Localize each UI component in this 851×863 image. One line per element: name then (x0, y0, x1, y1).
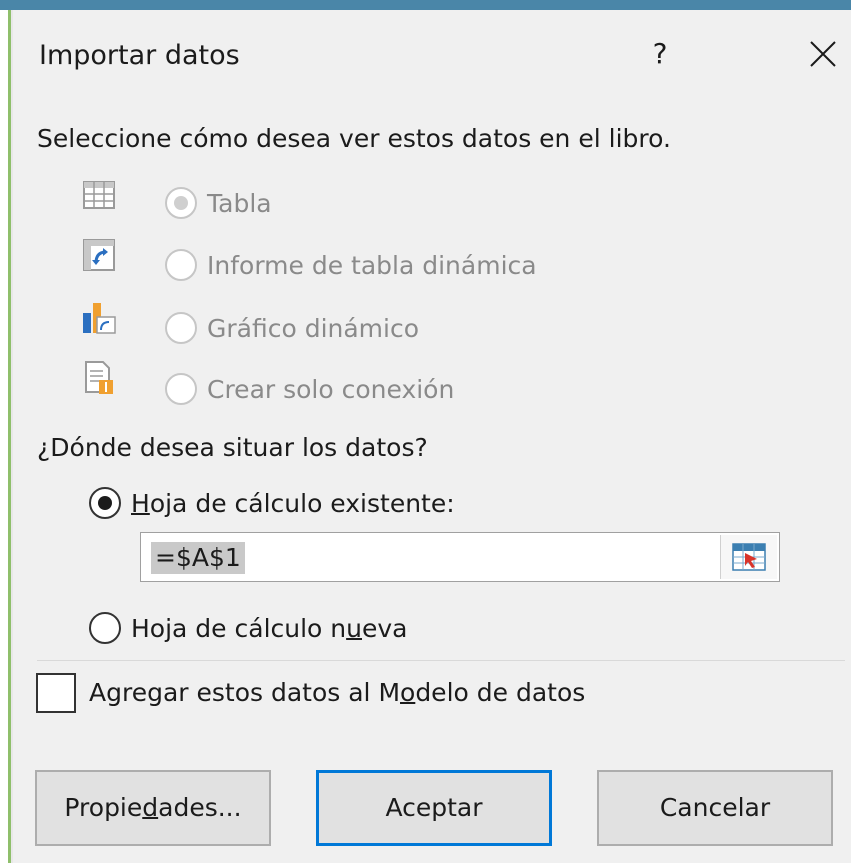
section-divider (37, 660, 845, 661)
data-model-checkbox[interactable] (36, 673, 76, 713)
radio-connection-only[interactable] (165, 373, 197, 405)
cell-reference-input[interactable]: =$A$1 (140, 532, 780, 582)
connection-only-icon (81, 360, 117, 396)
help-button[interactable]: ? (643, 34, 677, 74)
option-pivot-chart-label: Gráfico dinámico (207, 314, 420, 343)
pivot-table-icon (81, 237, 117, 273)
data-model-accesskey: o (400, 678, 416, 707)
cell-reference-value: =$A$1 (151, 542, 245, 574)
properties-accesskey: d (142, 793, 159, 822)
close-icon (810, 41, 836, 67)
radio-table-dot (174, 196, 188, 210)
radio-new-sheet[interactable] (89, 612, 121, 644)
table-icon (81, 177, 117, 213)
option-table-label: Tabla (207, 189, 272, 218)
location-prompt: ¿Dónde desea situar los datos? (37, 433, 428, 462)
existing-sheet-accesskey: H (131, 489, 150, 518)
import-data-dialog: Importar datos ? Seleccione cómo desea v… (13, 10, 851, 863)
background-sheet-edge (0, 10, 13, 863)
close-button[interactable] (803, 34, 843, 74)
new-sheet-accesskey: u (346, 614, 362, 643)
radio-existing-sheet[interactable] (89, 487, 121, 519)
new-sheet-label: Hoja de cálculo nueva (131, 614, 408, 643)
view-prompt: Seleccione cómo desea ver estos datos en… (37, 124, 671, 153)
cancel-button[interactable]: Cancelar (597, 770, 833, 846)
radio-existing-sheet-dot (98, 496, 112, 510)
dialog-title: Importar datos (39, 40, 240, 71)
pivot-chart-icon (81, 299, 117, 335)
radio-table[interactable] (165, 187, 197, 219)
range-picker-icon (732, 543, 766, 571)
existing-sheet-label: Hoja de cálculo existente: (131, 489, 455, 518)
accept-button[interactable]: Aceptar (316, 770, 552, 846)
properties-button[interactable]: Propiedades... (35, 770, 271, 846)
radio-pivot-table[interactable] (165, 249, 197, 281)
option-pivot-table-label: Informe de tabla dinámica (207, 251, 537, 280)
radio-pivot-chart[interactable] (165, 312, 197, 344)
option-connection-only-label: Crear solo conexión (207, 375, 455, 404)
data-model-label: Agregar estos datos al Modelo de datos (89, 678, 586, 707)
window-top-edge (0, 0, 851, 10)
range-select-button[interactable] (720, 535, 777, 579)
